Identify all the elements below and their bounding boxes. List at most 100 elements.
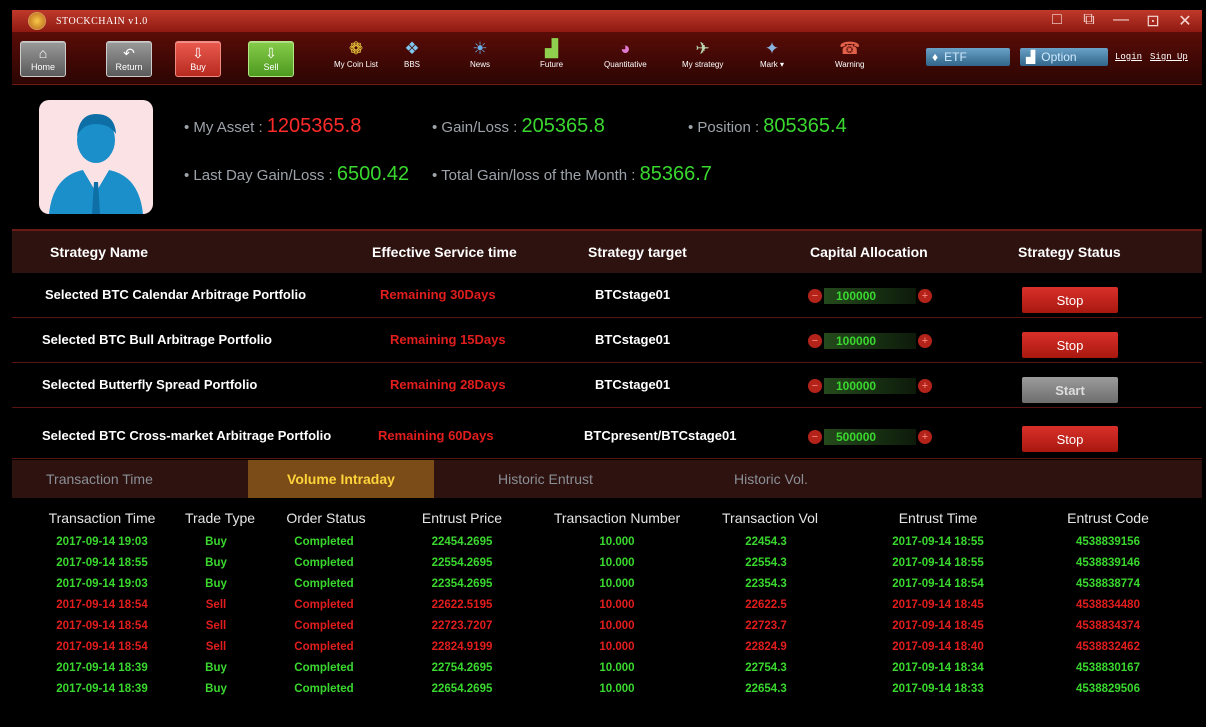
- entrust-time: 2017-09-14 18:45: [892, 620, 984, 632]
- minimize-icon[interactable]: —: [1112, 11, 1130, 31]
- quantitative-button[interactable]: ◕ Quantitative: [604, 38, 647, 69]
- return-label: Return: [115, 62, 143, 72]
- position-stat: • Position : 805365.4: [688, 115, 847, 137]
- transaction-vol: 22454.3: [745, 536, 787, 548]
- signup-link[interactable]: Sign Up: [1150, 52, 1188, 62]
- gain-loss-stat: • Gain/Loss : 205365.8: [432, 115, 605, 137]
- maximize-icon[interactable]: ⊡: [1144, 11, 1162, 31]
- transaction-number: 10.000: [599, 578, 635, 590]
- start-button[interactable]: Start: [1022, 377, 1118, 403]
- transaction-row[interactable]: 2017-09-14 19:03 Buy Completed 22454.269…: [12, 536, 1202, 555]
- my-coin-list-button[interactable]: ❁ My Coin List: [334, 38, 378, 69]
- login-link[interactable]: Login: [1115, 52, 1142, 62]
- news-icon: ☀: [472, 39, 488, 58]
- entrust-price: 22454.2695: [431, 536, 493, 548]
- app-logo-icon: [28, 12, 46, 30]
- transaction-row[interactable]: 2017-09-14 18:54 Sell Completed 22622.51…: [12, 599, 1202, 618]
- my-strategy-button[interactable]: ✈ My strategy: [682, 38, 723, 69]
- capital-value[interactable]: 100000: [824, 378, 916, 394]
- warning-label: Warning: [835, 60, 865, 69]
- transaction-number: 10.000: [599, 536, 635, 548]
- close-icon[interactable]: ✕: [1176, 11, 1194, 31]
- warning-button[interactable]: ☎ Warning: [835, 38, 865, 69]
- stop-button[interactable]: Stop: [1022, 287, 1118, 313]
- tab-transaction-time[interactable]: Transaction Time: [46, 460, 153, 498]
- mark-dropdown[interactable]: ✦ Mark ▾: [760, 38, 784, 69]
- col-trade-type: Trade Type: [184, 510, 256, 526]
- position-value: 805365.4: [763, 115, 847, 137]
- strategy-target: BTCstage01: [595, 332, 671, 347]
- entrust-price: 22723.7207: [431, 620, 493, 632]
- minus-icon[interactable]: −: [808, 334, 822, 348]
- last-day-value: 6500.42: [336, 163, 410, 185]
- strategy-row: Selected BTC Calendar Arbitrage Portfoli…: [12, 273, 1202, 318]
- capital-stepper: − 500000 +: [808, 429, 932, 445]
- trade-type: Buy: [205, 557, 227, 569]
- stop-button[interactable]: Stop: [1022, 332, 1118, 358]
- entrust-time: 2017-09-14 18:33: [892, 683, 984, 695]
- order-status: Completed: [294, 557, 354, 569]
- tab-historic-vol[interactable]: Historic Vol.: [734, 460, 808, 498]
- strategy-name: Selected Butterfly Spread Portfolio: [42, 377, 258, 392]
- transaction-row[interactable]: 2017-09-14 18:54 Sell Completed 22723.72…: [12, 620, 1202, 639]
- plus-icon[interactable]: +: [918, 289, 932, 303]
- month-stat: • Total Gain/loss of the Month : 85366.7: [432, 163, 712, 185]
- plus-icon[interactable]: +: [918, 334, 932, 348]
- transaction-row[interactable]: 2017-09-14 18:54 Sell Completed 22824.91…: [12, 641, 1202, 660]
- transaction-vol: 22622.5: [745, 599, 787, 611]
- entrust-code: 4538839146: [1076, 557, 1140, 569]
- buy-label: Buy: [190, 62, 206, 72]
- news-button[interactable]: ☀ News: [470, 38, 490, 69]
- order-status: Completed: [294, 641, 354, 653]
- strategy-table-header: Strategy Name Effective Service time Str…: [12, 229, 1202, 275]
- future-icon: ▟: [545, 39, 559, 58]
- plus-icon[interactable]: +: [918, 430, 932, 444]
- etf-button[interactable]: ♦ ETF: [926, 48, 1010, 66]
- col-transaction-vol: Transaction Vol: [722, 510, 818, 526]
- bbs-button[interactable]: ❖ BBS: [404, 38, 420, 69]
- transaction-row[interactable]: 2017-09-14 18:39 Buy Completed 22754.269…: [12, 662, 1202, 681]
- sell-label: Sell: [263, 62, 279, 72]
- transaction-row[interactable]: 2017-09-14 18:39 Buy Completed 22654.269…: [12, 683, 1202, 702]
- home-button[interactable]: ⌂ Home: [20, 41, 66, 77]
- sell-button[interactable]: ⇩ Sell: [248, 41, 294, 77]
- popout-icon[interactable]: ⧉: [1080, 11, 1098, 31]
- news-label: News: [470, 60, 491, 69]
- trade-type: Buy: [205, 536, 227, 548]
- remaining-time: Remaining 60Days: [378, 428, 494, 443]
- minus-icon[interactable]: −: [808, 289, 822, 303]
- option-button[interactable]: ▟ Option: [1020, 48, 1108, 66]
- capital-value[interactable]: 100000: [824, 333, 916, 349]
- plus-icon[interactable]: +: [918, 379, 932, 393]
- stop-button[interactable]: Stop: [1022, 426, 1118, 452]
- capital-stepper: − 100000 +: [808, 333, 932, 349]
- capital-stepper: − 100000 +: [808, 378, 932, 394]
- minus-icon[interactable]: −: [808, 430, 822, 444]
- buy-button[interactable]: ⇩ Buy: [175, 41, 221, 77]
- capital-value[interactable]: 100000: [824, 288, 916, 304]
- transaction-vol: 22824.9: [745, 641, 787, 653]
- restore-icon[interactable]: □: [1048, 11, 1066, 31]
- last-day-label: Last Day Gain/Loss :: [193, 167, 337, 184]
- entrust-code: 4538832462: [1076, 641, 1140, 653]
- future-button[interactable]: ▟ Future: [540, 38, 563, 69]
- toolbar: ⌂ Home ↶ Return ⇩ Buy ⇩ Sell ❁ My Coin L…: [12, 32, 1202, 85]
- transaction-row[interactable]: 2017-09-14 19:03 Buy Completed 22354.269…: [12, 578, 1202, 597]
- order-status: Completed: [294, 578, 354, 590]
- transaction-number: 10.000: [599, 683, 635, 695]
- tab-volume-intraday[interactable]: Volume Intraday: [248, 460, 434, 498]
- minus-icon[interactable]: −: [808, 379, 822, 393]
- my-asset-value: 1205365.8: [266, 115, 362, 137]
- tab-historic-entrust[interactable]: Historic Entrust: [498, 460, 593, 498]
- transaction-time: 2017-09-14 19:03: [56, 578, 148, 590]
- capital-value[interactable]: 500000: [824, 429, 916, 445]
- return-button[interactable]: ↶ Return: [106, 41, 152, 77]
- gain-loss-value: 205365.8: [521, 115, 605, 137]
- entrust-time: 2017-09-14 18:40: [892, 641, 984, 653]
- transaction-time: 2017-09-14 18:54: [56, 620, 148, 632]
- transaction-time: 2017-09-14 18:39: [56, 683, 148, 695]
- transaction-time: 2017-09-14 18:54: [56, 641, 148, 653]
- transaction-row[interactable]: 2017-09-14 18:55 Buy Completed 22554.269…: [12, 557, 1202, 576]
- trade-type: Sell: [205, 620, 227, 632]
- col-transaction-time: Transaction Time: [48, 510, 156, 526]
